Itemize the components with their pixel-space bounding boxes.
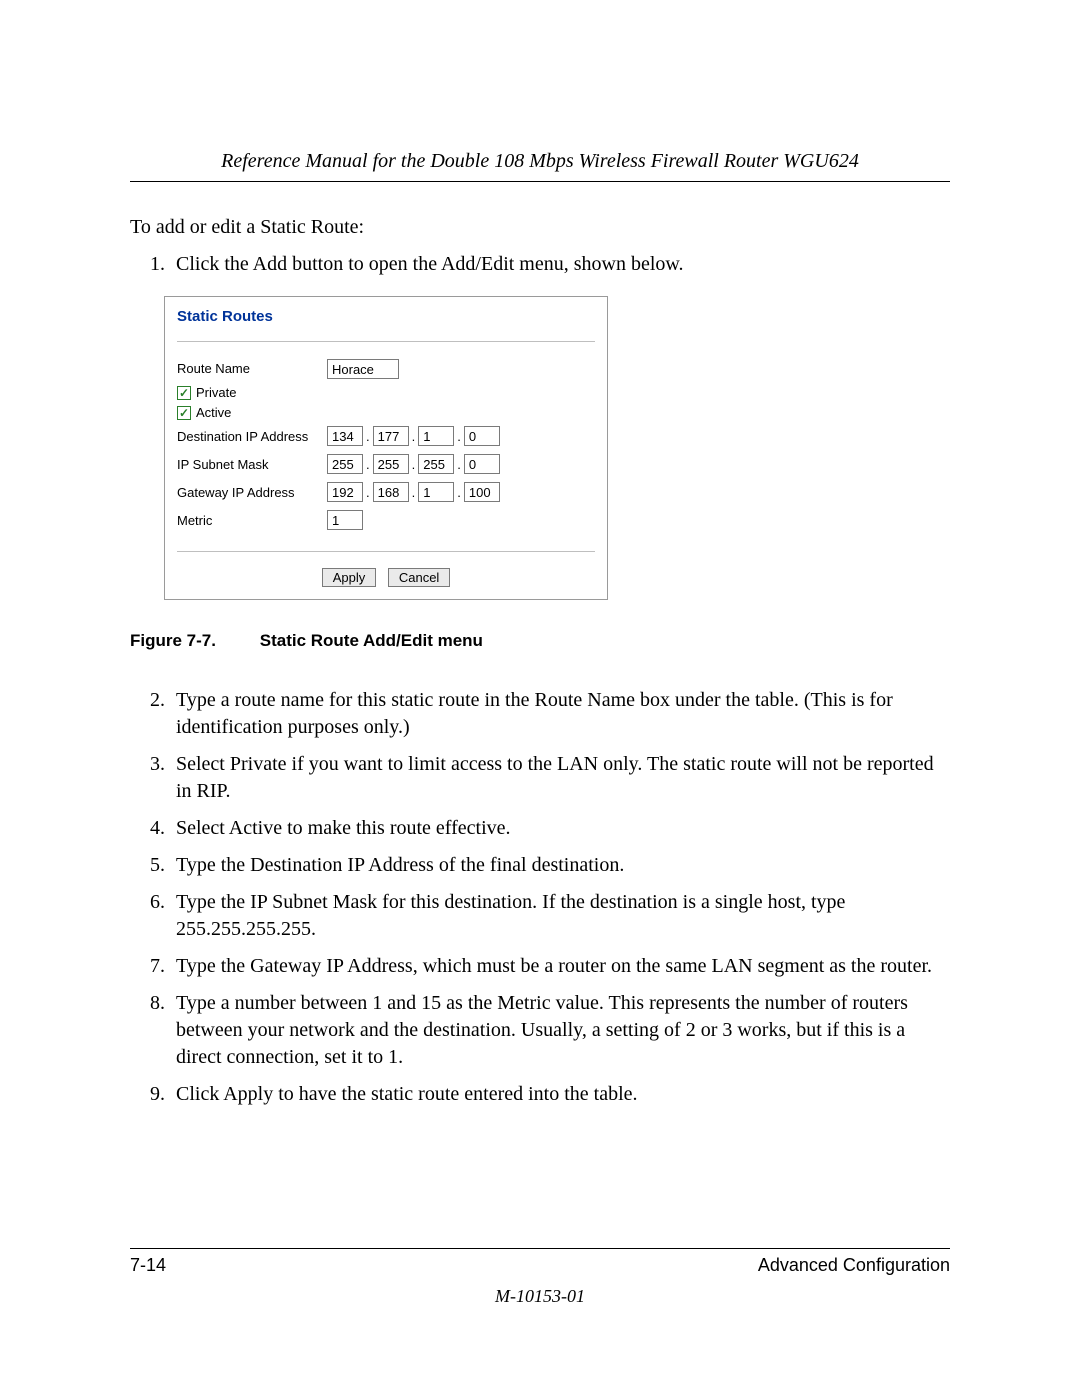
row-subnet: IP Subnet Mask . . . xyxy=(177,451,595,477)
dest-ip-oct1[interactable] xyxy=(327,426,363,446)
step-list-bottom: Type a route name for this static route … xyxy=(130,687,950,1108)
ip-dot: . xyxy=(366,484,370,502)
subnet-oct4[interactable] xyxy=(464,454,500,474)
step-1: Click the Add button to open the Add/Edi… xyxy=(170,251,950,278)
running-header: Reference Manual for the Double 108 Mbps… xyxy=(130,150,950,182)
ip-dot: . xyxy=(457,428,461,446)
gateway-oct1[interactable] xyxy=(327,482,363,502)
gateway-oct2[interactable] xyxy=(373,482,409,502)
static-routes-dialog: Static Routes Route Name Private Active xyxy=(164,296,608,600)
step-5: Type the Destination IP Address of the f… xyxy=(170,852,950,879)
label-active: Active xyxy=(196,404,231,422)
label-dest-ip: Destination IP Address xyxy=(177,428,327,446)
step-6: Type the IP Subnet Mask for this destina… xyxy=(170,889,950,943)
footer-rule xyxy=(130,1248,950,1249)
metric-input[interactable] xyxy=(327,510,363,530)
dest-ip-oct3[interactable] xyxy=(418,426,454,446)
row-metric: Metric xyxy=(177,507,595,533)
apply-button[interactable]: Apply xyxy=(322,568,377,587)
step-3: Select Private if you want to limit acce… xyxy=(170,751,950,805)
gateway-oct3[interactable] xyxy=(418,482,454,502)
dest-ip-oct2[interactable] xyxy=(373,426,409,446)
ip-dot: . xyxy=(366,456,370,474)
step-7: Type the Gateway IP Address, which must … xyxy=(170,953,950,980)
label-gateway: Gateway IP Address xyxy=(177,484,327,502)
dialog-button-row: Apply Cancel xyxy=(165,560,607,599)
gateway-oct4[interactable] xyxy=(464,482,500,502)
dialog-separator-top xyxy=(177,341,595,342)
subnet-oct2[interactable] xyxy=(373,454,409,474)
row-active: Active xyxy=(177,404,595,422)
gateway-group: . . . xyxy=(327,482,500,502)
screenshot-wrapper: Static Routes Route Name Private Active xyxy=(164,296,950,600)
private-checkbox[interactable] xyxy=(177,386,191,400)
ip-dot: . xyxy=(412,428,416,446)
page-number: 7-14 xyxy=(130,1255,166,1276)
ip-dot: . xyxy=(457,456,461,474)
dialog-separator-bottom xyxy=(177,551,595,552)
step-2: Type a route name for this static route … xyxy=(170,687,950,741)
figure-number: Figure 7-7. xyxy=(130,630,255,653)
cancel-button[interactable]: Cancel xyxy=(388,568,450,587)
manual-page: Reference Manual for the Double 108 Mbps… xyxy=(0,0,1080,1397)
row-dest-ip: Destination IP Address . . . xyxy=(177,423,595,449)
step-8: Type a number between 1 and 15 as the Me… xyxy=(170,990,950,1071)
step-list-top: Click the Add button to open the Add/Edi… xyxy=(130,251,950,278)
subnet-group: . . . xyxy=(327,454,500,474)
label-subnet: IP Subnet Mask xyxy=(177,456,327,474)
intro-line: To add or edit a Static Route: xyxy=(130,214,950,241)
row-route-name: Route Name xyxy=(177,356,595,382)
section-name: Advanced Configuration xyxy=(758,1255,950,1276)
label-route-name: Route Name xyxy=(177,360,327,378)
step-9: Click Apply to have the static route ent… xyxy=(170,1081,950,1108)
dialog-title: Static Routes xyxy=(165,297,607,333)
document-number: M-10153-01 xyxy=(130,1286,950,1307)
ip-dot: . xyxy=(412,484,416,502)
ip-dot: . xyxy=(412,456,416,474)
footer-row: 7-14 Advanced Configuration xyxy=(130,1255,950,1276)
dest-ip-oct4[interactable] xyxy=(464,426,500,446)
dest-ip-group: . . . xyxy=(327,426,500,446)
row-gateway: Gateway IP Address . . . xyxy=(177,479,595,505)
figure-caption: Figure 7-7. Static Route Add/Edit menu xyxy=(130,630,950,653)
ip-dot: . xyxy=(366,428,370,446)
ip-dot: . xyxy=(457,484,461,502)
step-4: Select Active to make this route effecti… xyxy=(170,815,950,842)
row-private: Private xyxy=(177,384,595,402)
dialog-body: Route Name Private Active Destination IP… xyxy=(165,350,607,543)
active-checkbox[interactable] xyxy=(177,406,191,420)
figure-title: Static Route Add/Edit menu xyxy=(260,631,483,650)
page-footer: 7-14 Advanced Configuration M-10153-01 xyxy=(130,1248,950,1307)
body-content: To add or edit a Static Route: Click the… xyxy=(130,214,950,1108)
label-metric: Metric xyxy=(177,512,327,530)
subnet-oct3[interactable] xyxy=(418,454,454,474)
label-private: Private xyxy=(196,384,236,402)
subnet-oct1[interactable] xyxy=(327,454,363,474)
route-name-input[interactable] xyxy=(327,359,399,379)
